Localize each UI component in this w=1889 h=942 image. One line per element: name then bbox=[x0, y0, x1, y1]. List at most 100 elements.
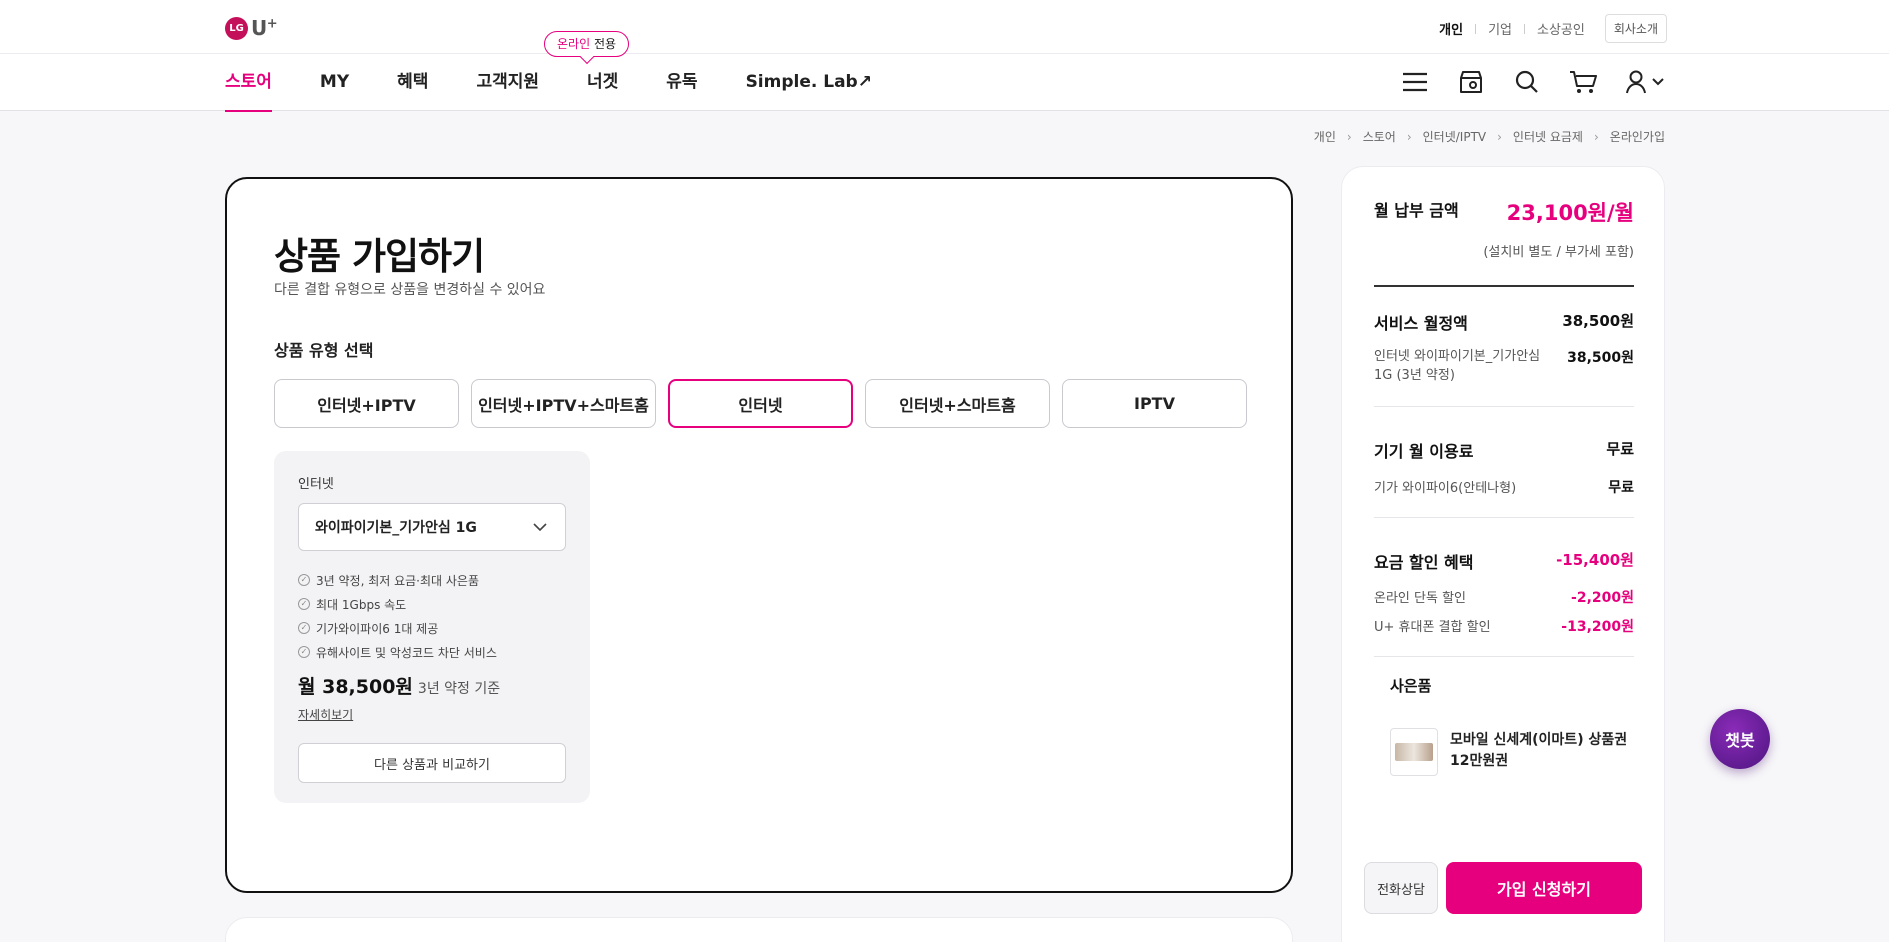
discount-item-row: U+ 휴대폰 결합 할인 -13,200원 bbox=[1374, 616, 1634, 636]
divider bbox=[1374, 656, 1634, 657]
product-label: 인터넷 bbox=[298, 477, 334, 492]
top-utility-bar: LG U+ 개인 기업 소상공인 회사소개 bbox=[0, 0, 1889, 54]
gift-title: 사은품 bbox=[1390, 677, 1432, 695]
feature-item: ✓ 기가와이파이6 1대 제공 bbox=[298, 616, 497, 640]
page-title: 상품 가입하기 bbox=[274, 235, 485, 278]
page-subtitle: 다른 결합 유형으로 상품을 변경하실 수 있어요 bbox=[274, 282, 546, 298]
nav-item-support[interactable]: 고객지원 bbox=[476, 54, 539, 111]
util-link-small-business[interactable]: 소상공인 bbox=[1525, 19, 1597, 38]
online-only-badge: 온라인 전용 bbox=[544, 31, 630, 57]
discount-label: 요금 할인 혜택 bbox=[1374, 553, 1474, 572]
chatbot-button[interactable]: 챗봇 bbox=[1710, 709, 1770, 769]
plan-select-value: 와이파이기본_기가안심 1G bbox=[315, 520, 477, 536]
type-iptv-button[interactable]: IPTV bbox=[1062, 379, 1247, 428]
breadcrumb-item[interactable]: 스토어 bbox=[1363, 128, 1396, 145]
service-fee-row: 서비스 월정액 38,500원 bbox=[1374, 310, 1634, 334]
chevron-right-icon: › bbox=[1497, 129, 1502, 144]
nav-item-udok[interactable]: 유독 bbox=[666, 54, 697, 111]
service-item-row: 인터넷 와이파이기본_기가안심 1G (3년 약정) 38,500원 bbox=[1374, 347, 1634, 385]
device-item-value: 무료 bbox=[1608, 480, 1634, 496]
divider bbox=[1374, 517, 1634, 518]
type-internet-iptv-button[interactable]: 인터넷+IPTV bbox=[274, 379, 459, 428]
check-circle-icon: ✓ bbox=[298, 622, 310, 634]
nav-item-simple-lab[interactable]: Simple. Lab↗ bbox=[746, 54, 872, 111]
check-circle-icon: ✓ bbox=[298, 646, 310, 658]
feature-item: ✓ 3년 약정, 최저 요금·최대 사은품 bbox=[298, 568, 497, 592]
util-link-personal[interactable]: 개인 bbox=[1427, 19, 1475, 38]
monthly-note: (설치비 별도 / 부가세 포함) bbox=[1483, 245, 1634, 260]
logo-text: U+ bbox=[251, 16, 278, 40]
lg-logo-icon: LG bbox=[225, 16, 248, 40]
discount-item-label: 온라인 단독 할인 bbox=[1374, 591, 1466, 606]
nav-menu: 스토어 MY 혜택 고객지원 너겟 유독 Simple. Lab↗ bbox=[225, 54, 920, 112]
service-fee-label: 서비스 월정액 bbox=[1374, 314, 1468, 333]
nav-icons bbox=[1373, 68, 1667, 96]
service-item-value: 38,500원 bbox=[1567, 350, 1634, 366]
discount-value: -15,400원 bbox=[1556, 551, 1634, 569]
discount-item-value: -2,200원 bbox=[1571, 590, 1634, 606]
check-circle-icon: ✓ bbox=[298, 598, 310, 610]
util-links: 개인 기업 소상공인 회사소개 bbox=[1427, 14, 1667, 43]
breadcrumb-item-current: 온라인가입 bbox=[1609, 130, 1665, 144]
product-type-selector: 인터넷+IPTV 인터넷+IPTV+스마트홈 인터넷 인터넷+스마트홈 IPTV bbox=[274, 379, 1259, 428]
company-intro-button[interactable]: 회사소개 bbox=[1604, 14, 1667, 43]
section-title: 상품 유형 선택 bbox=[274, 341, 374, 360]
monthly-note-row: (설치비 별도 / 부가세 포함) bbox=[1374, 241, 1634, 260]
feature-list: ✓ 3년 약정, 최저 요금·최대 사은품 ✓ 최대 1Gbps 속도 ✓ 기가와이파… bbox=[298, 568, 497, 664]
nav-item-my[interactable]: MY bbox=[320, 54, 349, 111]
plan-select[interactable]: 와이파이기본_기가안심 1G bbox=[298, 503, 566, 551]
type-internet-button[interactable]: 인터넷 bbox=[668, 379, 853, 428]
device-fee-label: 기기 월 이용료 bbox=[1374, 442, 1474, 461]
phone-consult-button[interactable]: 전화상담 bbox=[1364, 862, 1438, 914]
chevron-right-icon: › bbox=[1593, 129, 1599, 144]
device-item-row: 기가 와이파이6(안테나형) 무료 bbox=[1374, 477, 1634, 497]
main-nav: 스토어 MY 혜택 고객지원 너겟 유독 Simple. Lab↗ bbox=[0, 54, 1889, 112]
payment-summary-panel: 월 납부 금액 23,100원/월 (설치비 별도 / 부가세 포함) 서비스 … bbox=[1341, 166, 1665, 942]
product-option-box: 인터넷 와이파이기본_기가안심 1G ✓ 3년 약정, 최저 요금·최대 사은품 … bbox=[274, 451, 590, 803]
lg-uplus-logo[interactable]: LG U+ bbox=[225, 16, 278, 40]
feature-item: ✓ 유해사이트 및 악성코드 차단 서비스 bbox=[298, 640, 497, 664]
discount-item-row: 온라인 단독 할인 -2,200원 bbox=[1374, 587, 1634, 607]
device-fee-row: 기기 월 이용료 무료 bbox=[1374, 438, 1634, 462]
gift-card-image bbox=[1390, 728, 1438, 776]
next-section-card bbox=[225, 917, 1293, 942]
breadcrumb-item[interactable]: 인터넷/IPTV bbox=[1423, 128, 1486, 145]
breadcrumb: 개인 › 스토어 › 인터넷/IPTV › 인터넷 요금제 › 온라인가입 bbox=[1314, 128, 1665, 145]
type-internet-iptv-smarthome-button[interactable]: 인터넷+IPTV+스마트홈 bbox=[471, 379, 656, 428]
chevron-right-icon: › bbox=[1406, 129, 1412, 144]
chevron-down-icon bbox=[533, 520, 547, 538]
search-icon[interactable] bbox=[1513, 68, 1541, 96]
compare-products-button[interactable]: 다른 상품과 비교하기 bbox=[298, 743, 566, 783]
discount-item-value: -13,200원 bbox=[1561, 619, 1634, 635]
divider bbox=[1374, 406, 1634, 407]
monthly-payment-value: 23,100원/월 bbox=[1506, 201, 1634, 225]
breadcrumb-item[interactable]: 개인 bbox=[1314, 128, 1336, 145]
product-signup-card: 상품 가입하기 다른 결합 유형으로 상품을 변경하실 수 있어요 상품 유형 … bbox=[225, 177, 1293, 893]
store-location-icon[interactable] bbox=[1457, 68, 1485, 96]
device-item-label: 기가 와이파이6(안테나형) bbox=[1374, 481, 1517, 496]
service-item-label: 인터넷 와이파이기본_기가안심 1G (3년 약정) bbox=[1374, 349, 1541, 383]
price-term: 3년 약정 기준 bbox=[417, 681, 501, 697]
nav-item-nugget[interactable]: 너겟 bbox=[587, 54, 618, 111]
feature-item: ✓ 최대 1Gbps 속도 bbox=[298, 592, 497, 616]
divider bbox=[1374, 285, 1634, 287]
menu-icon[interactable] bbox=[1401, 68, 1429, 96]
nav-item-store[interactable]: 스토어 bbox=[225, 54, 272, 112]
discount-item-label: U+ 휴대폰 결합 할인 bbox=[1374, 620, 1491, 635]
chevron-right-icon: › bbox=[1346, 129, 1352, 144]
monthly-payment-label: 월 납부 금액 bbox=[1374, 201, 1459, 220]
nav-item-benefits[interactable]: 혜택 bbox=[397, 54, 428, 111]
detail-link[interactable]: 자세히보기 bbox=[298, 706, 353, 723]
product-price: 월 38,500원 3년 약정 기준 bbox=[298, 672, 500, 699]
util-link-business[interactable]: 기업 bbox=[1476, 19, 1524, 38]
apply-join-button[interactable]: 가입 신청하기 bbox=[1446, 862, 1642, 914]
service-fee-value: 38,500원 bbox=[1562, 312, 1634, 330]
user-icon[interactable] bbox=[1625, 68, 1667, 96]
gift-card-graphic bbox=[1395, 743, 1433, 761]
device-fee-value: 무료 bbox=[1606, 440, 1634, 458]
type-internet-smarthome-button[interactable]: 인터넷+스마트홈 bbox=[865, 379, 1050, 428]
check-circle-icon: ✓ bbox=[298, 574, 310, 586]
breadcrumb-item[interactable]: 인터넷 요금제 bbox=[1513, 128, 1583, 145]
cart-icon[interactable] bbox=[1569, 68, 1597, 96]
monthly-payment-row: 월 납부 금액 23,100원/월 bbox=[1374, 197, 1634, 227]
